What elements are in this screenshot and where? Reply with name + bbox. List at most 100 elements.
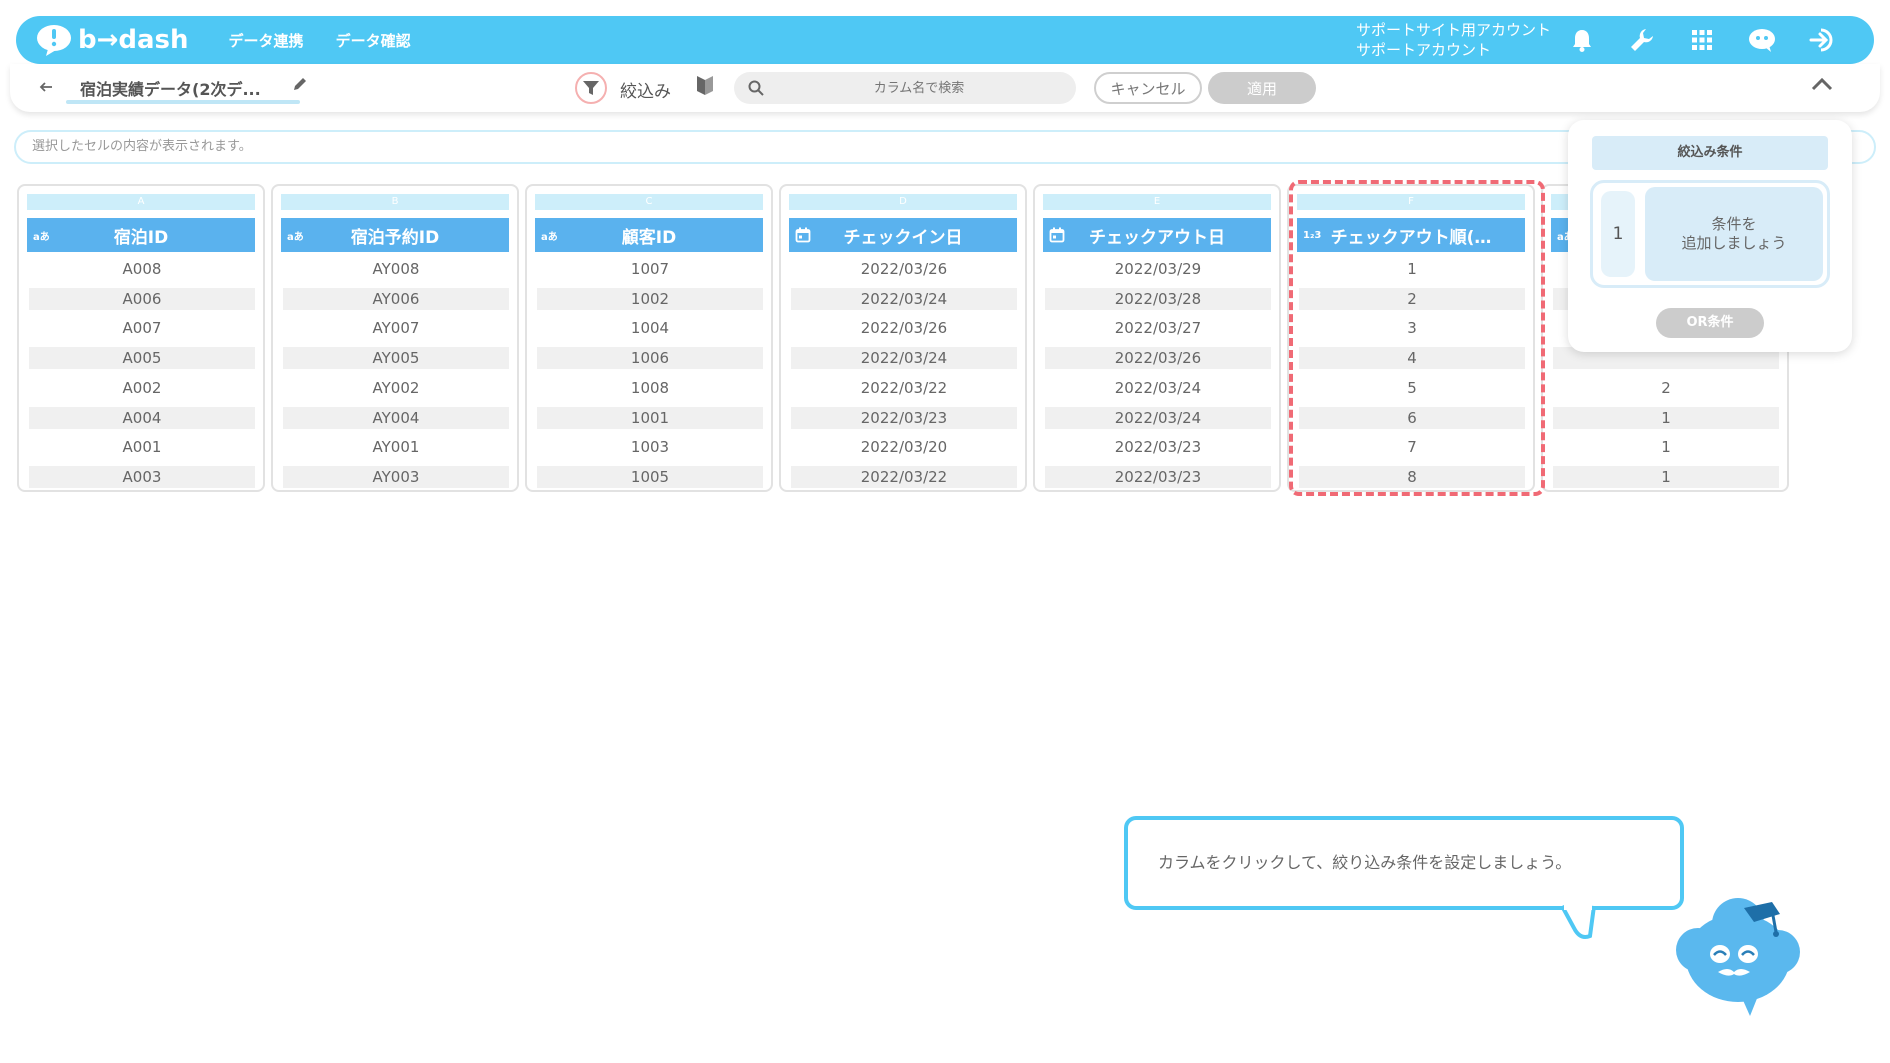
grid-icon[interactable] [1686, 24, 1718, 56]
table-cell[interactable]: 2022/03/29 [1045, 258, 1271, 280]
cancel-button[interactable]: キャンセル [1094, 72, 1202, 104]
table-cell[interactable]: 8 [1299, 465, 1525, 488]
table-cell[interactable]: 2022/03/24 [791, 347, 1017, 370]
table-cell[interactable]: 2 [1553, 377, 1779, 399]
table-cell[interactable]: 1 [1553, 436, 1779, 458]
data-type-icon: aあ [33, 231, 50, 243]
table-cell[interactable]: AY007 [283, 317, 509, 339]
table-cell[interactable]: 1001 [537, 406, 763, 429]
column-header[interactable]: aあ 宿泊ID [27, 218, 255, 252]
add-condition-line-2: 追加しましょう [1681, 234, 1787, 252]
add-condition-area[interactable]: 条件を 追加しましょう [1645, 187, 1823, 281]
table-cell[interactable]: A004 [29, 406, 255, 429]
table-column[interactable]: E チェックアウト日 2022/03/29 2022/03/28 2022/03/27 2… [1033, 184, 1281, 492]
account-line-2: サポートアカウント [1356, 41, 1492, 59]
table-cell[interactable]: A008 [29, 258, 255, 280]
table-cell[interactable]: 2022/03/20 [791, 436, 1017, 458]
beginner-mark-icon[interactable] [696, 74, 714, 100]
account-info[interactable]: サポートサイト用アカウント サポートアカウント [1356, 20, 1551, 60]
chevron-up-icon[interactable] [1810, 76, 1834, 96]
column-header-label: 宿泊予約ID [350, 227, 440, 248]
chat-icon[interactable] [1746, 24, 1778, 56]
column-header[interactable]: チェックイン日 [789, 218, 1017, 252]
table-cell[interactable]: A002 [29, 377, 255, 399]
data-type-icon: aあ [287, 231, 304, 243]
column-header[interactable]: チェックアウト日 [1043, 218, 1271, 252]
column-header-label: チェックアウト日 [1089, 227, 1225, 248]
table-column[interactable]: F 1₂3 チェックアウト順(… 1 2 3 4 5 6 7 8 [1287, 184, 1535, 492]
logout-icon[interactable] [1806, 24, 1838, 56]
logo-bubble-icon [37, 25, 71, 56]
table-cell[interactable]: 2022/03/26 [791, 317, 1017, 339]
filter-conditions-panel: 絞込み条件 1 条件を 追加しましょう OR条件 [1568, 120, 1852, 352]
table-cell[interactable]: 2 [1299, 287, 1525, 310]
table-cell[interactable]: AY003 [283, 465, 509, 488]
column-header[interactable]: 1₂3 チェックアウト順(… [1297, 218, 1525, 252]
table-cell[interactable]: 4 [1299, 347, 1525, 370]
app: b→dash データ連携 データ確認 サポートサイト用アカウント サポートアカウ… [0, 0, 1890, 1063]
table-cell[interactable]: 2022/03/22 [791, 465, 1017, 488]
table-cell[interactable]: 2022/03/23 [791, 406, 1017, 429]
table-cell[interactable]: AY005 [283, 347, 509, 370]
or-condition-button[interactable]: OR条件 [1656, 308, 1764, 338]
table-column[interactable]: D チェックイン日 2022/03/26 2022/03/24 2022/03/26 20… [779, 184, 1027, 492]
table-cell[interactable]: 2022/03/28 [1045, 287, 1271, 310]
table-cell[interactable]: 2022/03/26 [1045, 347, 1271, 370]
column-header-label: チェックイン日 [843, 227, 963, 248]
filter-icon[interactable] [575, 72, 607, 104]
column-letter: E [1043, 194, 1271, 210]
table-cell[interactable]: 1002 [537, 287, 763, 310]
table-cell[interactable]: A001 [29, 436, 255, 458]
arrow-left-icon[interactable] [38, 76, 54, 100]
table-cell[interactable]: 1004 [537, 317, 763, 339]
table-cell[interactable]: 2022/03/23 [1045, 436, 1271, 458]
bell-icon[interactable] [1566, 24, 1598, 56]
table-cell[interactable]: A006 [29, 287, 255, 310]
table-cell[interactable]: 2022/03/24 [1045, 377, 1271, 399]
table-cell[interactable]: 2022/03/24 [791, 287, 1017, 310]
table-cell[interactable]: A003 [29, 465, 255, 488]
table-cell[interactable]: 2022/03/24 [1045, 406, 1271, 429]
table-cell[interactable]: A007 [29, 317, 255, 339]
apply-button[interactable]: 適用 [1208, 72, 1316, 104]
table-cell[interactable]: 2022/03/23 [1045, 465, 1271, 488]
table-cell[interactable]: AY006 [283, 287, 509, 310]
column-header-label: 宿泊ID [113, 227, 169, 248]
table-cell[interactable]: 6 [1299, 406, 1525, 429]
table-cell[interactable]: AY008 [283, 258, 509, 280]
table-cell[interactable]: 2022/03/26 [791, 258, 1017, 280]
table-column[interactable]: Caあ 顧客ID 1007 1002 1004 1006 1008 1001 1003 1005 [525, 184, 773, 492]
table-cell[interactable]: 1008 [537, 377, 763, 399]
table-cell[interactable]: 1006 [537, 347, 763, 370]
table-cell[interactable]: 3 [1299, 317, 1525, 339]
table-cell[interactable]: 2022/03/22 [791, 377, 1017, 399]
conditions-title: 絞込み条件 [1592, 136, 1828, 170]
table-cell[interactable]: 1005 [537, 465, 763, 488]
table-cell[interactable]: 1 [1553, 406, 1779, 429]
table-cell[interactable]: 2022/03/27 [1045, 317, 1271, 339]
table-cell[interactable]: 1 [1553, 465, 1779, 488]
title-underline [66, 100, 300, 104]
nav-data-check[interactable]: データ確認 [336, 30, 411, 51]
column-header[interactable]: aあ 顧客ID [535, 218, 763, 252]
search-input[interactable] [774, 72, 1064, 104]
table-cell[interactable]: 1007 [537, 258, 763, 280]
logo[interactable]: b→dash [34, 23, 189, 57]
table-cell[interactable]: A005 [29, 347, 255, 370]
pencil-icon[interactable] [292, 76, 308, 96]
wrench-icon[interactable] [1626, 24, 1658, 56]
table-cell[interactable]: 1 [1299, 258, 1525, 280]
table-cell[interactable]: AY002 [283, 377, 509, 399]
table-column[interactable]: Baあ 宿泊予約ID AY008 AY006 AY007 AY005 AY002 AY004 A… [271, 184, 519, 492]
dataset-title[interactable]: 宿泊実績データ(2次デ... [80, 76, 306, 100]
table-cell[interactable]: AY004 [283, 406, 509, 429]
table-cell[interactable]: 5 [1299, 377, 1525, 399]
mascot-icon [1676, 898, 1800, 1016]
column-header[interactable]: aあ 宿泊予約ID [281, 218, 509, 252]
table-cell[interactable]: AY001 [283, 436, 509, 458]
table-column[interactable]: Aaあ 宿泊ID A008 A006 A007 A005 A002 A004 A001 A003 [17, 184, 265, 492]
top-bar: b→dash データ連携 データ確認 サポートサイト用アカウント サポートアカウ… [16, 16, 1874, 64]
table-cell[interactable]: 1003 [537, 436, 763, 458]
table-cell[interactable]: 7 [1299, 436, 1525, 458]
nav-data-integration[interactable]: データ連携 [229, 30, 304, 51]
